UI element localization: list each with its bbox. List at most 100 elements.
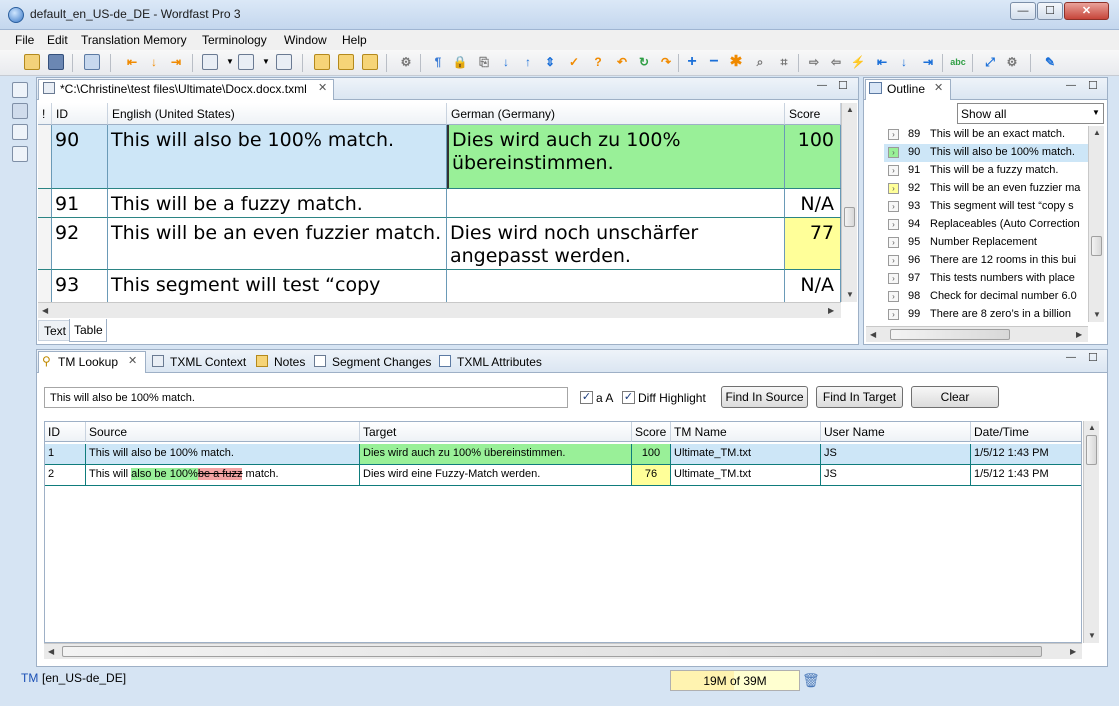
tm-row-id[interactable]: 2 [45, 465, 86, 486]
menu-terminology[interactable]: Terminology [202, 33, 267, 47]
segment-target[interactable]: Dies wird noch unschärfer angepasst werd… [447, 218, 785, 270]
plus-icon[interactable]: + [684, 54, 700, 70]
confirm-next-icon[interactable]: ✓ [566, 54, 582, 70]
last-icon[interactable]: ⇥ [920, 54, 936, 70]
scroll-thumb[interactable] [62, 646, 1042, 657]
segment-source[interactable]: This will be a fuzzy match. [108, 189, 447, 218]
trash-icon[interactable]: 🗑 [802, 672, 820, 689]
outline-horizontal-scrollbar[interactable]: ◀ ▶ [866, 326, 1088, 342]
minus-icon[interactable]: − [706, 54, 722, 70]
minimize-view-icon[interactable]: — [817, 80, 827, 91]
col-flag-header[interactable]: ! [38, 103, 52, 125]
maximize-button[interactable]: ☐ [1037, 2, 1063, 20]
scroll-left-icon[interactable]: ◀ [870, 330, 876, 339]
tab-notes[interactable]: Notes [274, 355, 305, 369]
import-icon[interactable]: ⇦ [828, 54, 844, 70]
scroll-down-icon[interactable]: ▼ [1088, 631, 1096, 640]
maximize-view-icon[interactable]: ☐ [838, 79, 848, 92]
menu-file[interactable]: File [15, 33, 34, 47]
tm-col-tmname-header[interactable]: TM Name [671, 422, 821, 442]
tm-row-source[interactable]: This will also be 100%be a fuzz match. [86, 465, 360, 486]
col-id-header[interactable]: ID [52, 103, 108, 125]
editor-horizontal-scrollbar[interactable]: ◀ ▶ [38, 302, 841, 318]
chevron-down-icon[interactable]: ▼ [222, 54, 238, 70]
editor-vertical-scrollbar[interactable]: ▲ ▼ [841, 103, 857, 302]
segment-target[interactable] [447, 189, 785, 218]
scroll-right-icon[interactable]: ▶ [828, 306, 834, 315]
tm-row-id[interactable]: 1 [45, 444, 86, 465]
scroll-up-icon[interactable]: ▲ [846, 105, 854, 114]
table-icon[interactable] [238, 54, 254, 70]
editor-icon[interactable] [12, 103, 28, 119]
outline-filter-select[interactable]: Show all ▼ [957, 103, 1104, 124]
segment-source[interactable]: This will also be 100% match. [108, 125, 447, 189]
clear-button[interactable]: Clear [911, 386, 999, 408]
tm-col-source-header[interactable]: Source [86, 422, 360, 442]
segment-source[interactable]: This will be an even fuzzier match. [108, 218, 447, 270]
menu-edit[interactable]: Edit [47, 33, 68, 47]
outline-vertical-scrollbar[interactable]: ▲ ▼ [1088, 126, 1104, 322]
scroll-up-icon[interactable]: ▲ [1093, 128, 1101, 137]
scroll-thumb[interactable] [1091, 236, 1102, 256]
tm-add-icon[interactable] [338, 54, 354, 70]
tm-update-icon[interactable] [362, 54, 378, 70]
view-tab-text[interactable]: Text [38, 320, 72, 341]
chevron-down-icon[interactable]: ▼ [258, 54, 274, 70]
save-icon[interactable] [48, 54, 64, 70]
up-arrow-icon[interactable]: ↑ [520, 54, 536, 70]
filter-doc-icon[interactable]: ⌗ [776, 54, 792, 70]
tm-col-id-header[interactable]: ID [45, 422, 86, 442]
edit-document-icon[interactable] [202, 54, 218, 70]
new-project-icon[interactable] [12, 82, 28, 98]
pilcrow-icon[interactable]: ¶ [430, 54, 446, 70]
updown-arrow-icon[interactable]: ⇕ [542, 54, 558, 70]
scroll-left-icon[interactable]: ◀ [42, 306, 48, 315]
previous-segment-icon[interactable]: ⇤ [124, 54, 140, 70]
tm-col-target-header[interactable]: Target [360, 422, 632, 442]
scroll-right-icon[interactable]: ▶ [1076, 330, 1082, 339]
tm-col-user-header[interactable]: User Name [821, 422, 971, 442]
find-in-source-button[interactable]: Find In Source [721, 386, 808, 408]
export-icon[interactable]: ⇨ [806, 54, 822, 70]
segment-target[interactable]: Dies wird auch zu 100% übereinstimmen. [447, 125, 785, 189]
scroll-up-icon[interactable]: ▲ [1088, 423, 1096, 432]
asterisk-icon[interactable]: ✱ [728, 54, 744, 70]
edit-note-icon[interactable]: ✎ [1042, 54, 1058, 70]
gear-icon[interactable]: ⚙ [398, 54, 414, 70]
tm-search-input[interactable] [44, 387, 568, 408]
next-arrow-icon[interactable]: ↓ [146, 54, 162, 70]
close-button[interactable]: ✕ [1064, 2, 1109, 20]
segment-target[interactable] [447, 270, 785, 302]
find-in-target-button[interactable]: Find In Target [816, 386, 903, 408]
lock-icon[interactable]: 🔒 [452, 54, 468, 70]
tab-txml-context[interactable]: TXML Context [170, 355, 246, 369]
scroll-thumb[interactable] [844, 207, 855, 227]
menu-translation-memory[interactable]: Translation Memory [81, 33, 187, 47]
maximize-view-icon[interactable]: ☐ [1088, 79, 1098, 92]
undo-icon[interactable]: ↶ [614, 54, 630, 70]
minimize-view-icon[interactable]: — [1066, 80, 1076, 91]
case-sensitive-checkbox[interactable]: ✓ [580, 391, 593, 404]
tm-row-target[interactable]: Dies wird eine Fuzzy-Match werden. [360, 465, 632, 486]
close-tab-icon[interactable]: ✕ [128, 354, 137, 367]
first-icon[interactable]: ⇤ [874, 54, 890, 70]
tm-col-date-header[interactable]: Date/Time [971, 422, 1081, 442]
search-doc-icon[interactable]: ⌕ [752, 54, 768, 70]
database-icon[interactable] [12, 146, 28, 162]
scroll-right-icon[interactable]: ▶ [1070, 647, 1076, 656]
tm-horizontal-scrollbar[interactable]: ◀ ▶ [44, 643, 1082, 659]
expand-icon[interactable]: ⤢ [982, 54, 998, 70]
diff-highlight-checkbox[interactable]: ✓ [622, 391, 635, 404]
scroll-thumb[interactable] [890, 329, 1010, 340]
document-icon[interactable] [84, 54, 100, 70]
search-icon[interactable] [12, 124, 28, 140]
menu-help[interactable]: Help [342, 33, 367, 47]
col-source-header[interactable]: English (United States) [108, 103, 447, 125]
open-folder-icon[interactable] [24, 54, 40, 70]
last-segment-icon[interactable]: ⇥ [168, 54, 184, 70]
close-tab-icon[interactable]: ✕ [318, 81, 327, 94]
scroll-down-icon[interactable]: ▼ [1093, 310, 1101, 319]
split-icon[interactable] [276, 54, 292, 70]
view-tab-table[interactable]: Table [69, 319, 107, 342]
minimize-button[interactable]: — [1010, 2, 1036, 20]
